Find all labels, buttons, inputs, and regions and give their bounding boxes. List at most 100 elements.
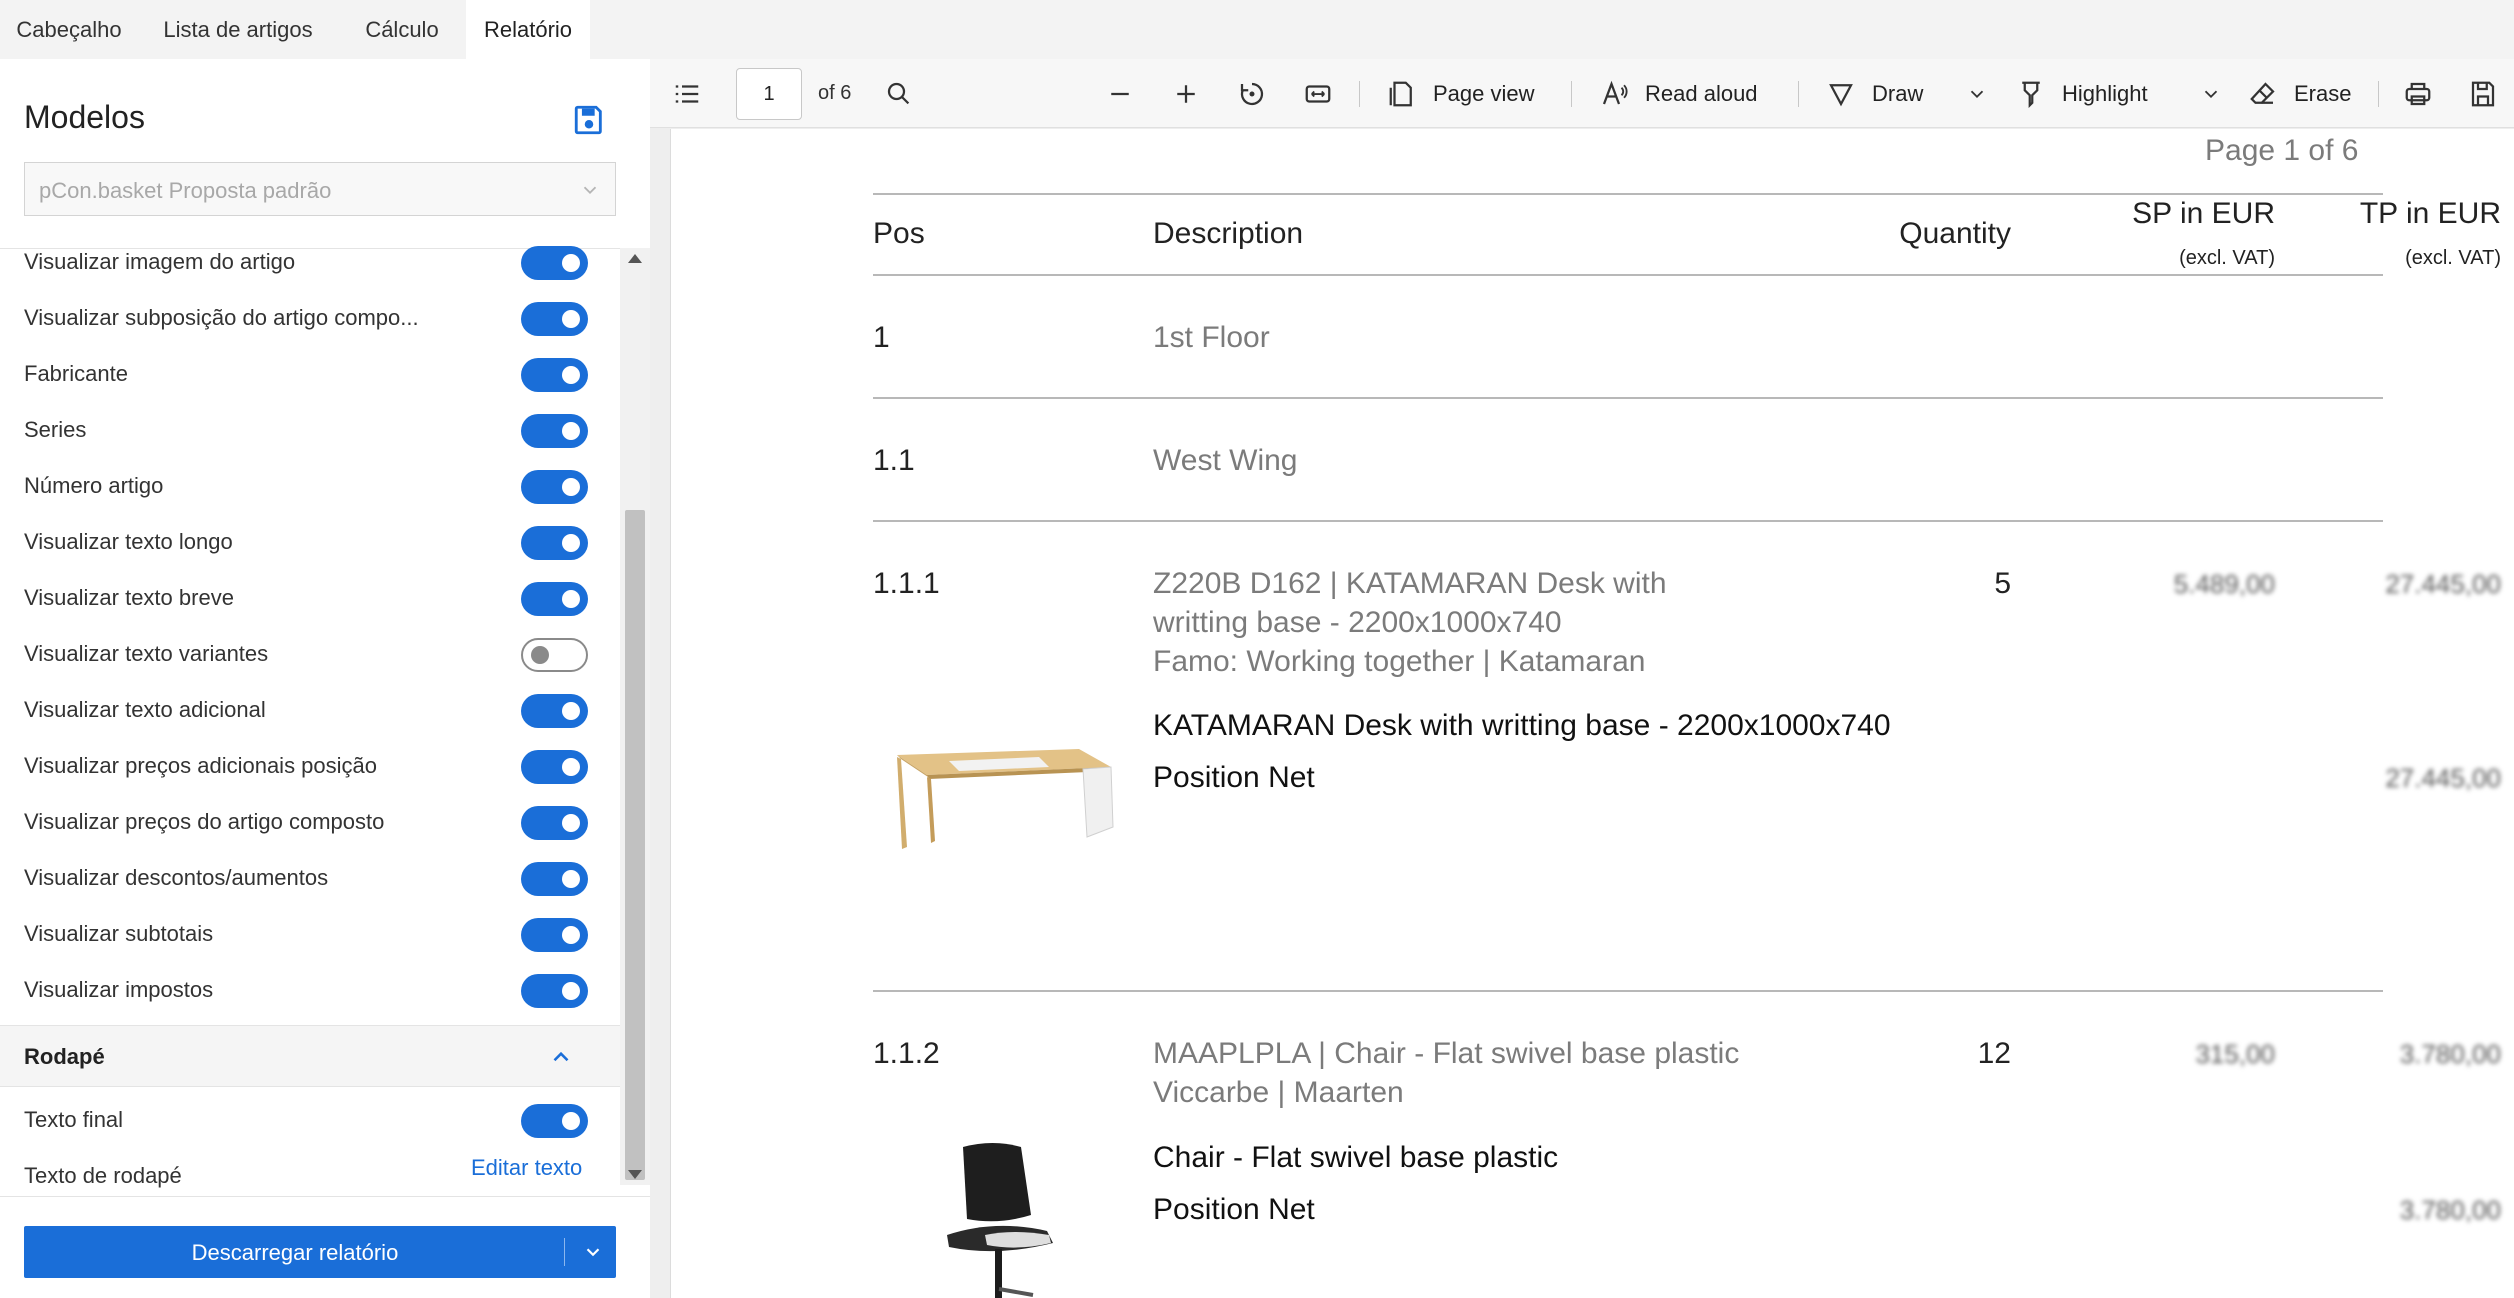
option-additional-position-prices: Visualizar preços adicionais posição — [0, 739, 620, 795]
draw-icon — [1829, 83, 1853, 106]
chevron-down-icon — [1970, 90, 1984, 98]
draw-label: Draw — [1872, 80, 1924, 106]
erase-button[interactable]: Erase — [2248, 59, 2351, 128]
option-final-text: Texto final — [0, 1093, 620, 1149]
draw-button[interactable]: Draw — [1826, 59, 1923, 128]
column-header-pos: Pos — [873, 217, 925, 250]
page-view-label: Page view — [1433, 80, 1535, 106]
tab-article-list[interactable]: Lista de artigos — [138, 0, 338, 59]
option-label: Visualizar subtotais — [24, 921, 214, 946]
highlighter-icon — [2022, 81, 2040, 108]
save-icon — [2471, 81, 2495, 106]
row-description-line: Z220B D162 | KATAMARAN Desk with — [1153, 567, 1667, 600]
tab-calculation[interactable]: Cálculo — [338, 0, 466, 59]
template-select[interactable]: pCon.basket Proposta padrão — [24, 162, 616, 216]
row-description-line: Famo: Working together | Katamaran — [1153, 645, 1646, 678]
edit-text-link[interactable]: Editar texto — [471, 1155, 582, 1181]
scrollbar-thumb[interactable] — [625, 510, 645, 1180]
row-position-net-label: Position Net — [1153, 761, 1315, 794]
fit-width-icon — [1305, 84, 1331, 103]
toggle-taxes[interactable] — [521, 974, 588, 1008]
save-pdf-button[interactable] — [2468, 59, 2498, 128]
draw-options-button[interactable] — [1966, 59, 1988, 128]
row-position-net-value: 27.445,00 — [2385, 763, 2501, 793]
column-header-sp-note: (excl. VAT) — [2179, 247, 2275, 269]
page-view-button[interactable]: Page view — [1387, 59, 1535, 128]
toggle-manufacturer[interactable] — [521, 358, 588, 392]
row-pos: 1.1.1 — [873, 567, 940, 600]
page-count: of 6 — [818, 82, 852, 104]
pdf-viewer: 1 of 6 Page view Read aloud Draw Highlig… — [650, 59, 2514, 1298]
column-header-quantity: Quantity — [1899, 217, 2011, 250]
print-button[interactable] — [2403, 59, 2433, 128]
contents-button[interactable] — [672, 59, 702, 128]
option-label: Texto final — [24, 1107, 124, 1132]
option-label: Fabricante — [24, 361, 128, 386]
toggle-composite-subposition[interactable] — [521, 302, 588, 336]
erase-label: Erase — [2294, 80, 2352, 106]
row-sp: 5.489,00 — [2173, 569, 2275, 599]
tab-report[interactable]: Relatório — [466, 0, 590, 59]
row-tp: 3.780,00 — [2399, 1039, 2501, 1069]
toggle-article-number[interactable] — [521, 470, 588, 504]
page-number-input[interactable]: 1 — [736, 68, 802, 120]
option-label: Visualizar preços do artigo composto — [24, 809, 385, 834]
templates-panel: Modelos pCon.basket Proposta padrão Visu… — [0, 59, 650, 1298]
chevron-up-icon — [553, 1051, 569, 1062]
option-article-image: Visualizar imagem do artigo — [0, 235, 620, 291]
option-long-text: Visualizar texto longo — [0, 515, 620, 571]
table-rule — [873, 274, 2383, 276]
chevron-down-icon — [2204, 90, 2218, 98]
chevron-down-icon[interactable] — [582, 1241, 604, 1263]
option-composite-prices: Visualizar preços do artigo composto — [0, 795, 620, 851]
save-icon[interactable] — [572, 103, 606, 137]
row-short-text: Chair - Flat swivel base plastic — [1153, 1141, 1559, 1174]
read-aloud-label: Read aloud — [1645, 80, 1758, 106]
tab-header[interactable]: Cabeçalho — [0, 0, 138, 59]
toggle-subtotals[interactable] — [521, 918, 588, 952]
option-label: Número artigo — [24, 473, 164, 498]
option-label: Visualizar texto adicional — [24, 697, 266, 722]
toggle-composite-prices[interactable] — [521, 806, 588, 840]
option-label: Visualizar subposição do artigo compo... — [24, 305, 419, 330]
fit-width-button[interactable] — [1303, 59, 1333, 128]
column-header-tp-note: (excl. VAT) — [2405, 247, 2501, 269]
option-subtotals: Visualizar subtotais — [0, 907, 620, 963]
toggle-long-text[interactable] — [521, 526, 588, 560]
option-taxes: Visualizar impostos — [0, 963, 620, 1019]
option-label: Visualizar preços adicionais posição — [24, 753, 378, 778]
option-label: Visualizar texto longo — [24, 529, 233, 554]
toggle-final-text[interactable] — [521, 1104, 588, 1138]
toggle-additional-text[interactable] — [521, 694, 588, 728]
download-report-button[interactable]: Descarregar relatório — [24, 1226, 616, 1278]
toggle-series[interactable] — [521, 414, 588, 448]
zoom-out-button[interactable] — [1105, 59, 1135, 128]
scroll-up-arrow-icon[interactable] — [628, 254, 642, 263]
table-rule — [873, 397, 2383, 399]
panel-scrollbar[interactable] — [620, 248, 650, 1185]
row-tp: 27.445,00 — [2385, 569, 2501, 599]
zoom-in-button[interactable] — [1171, 59, 1201, 128]
option-label: Visualizar impostos — [24, 977, 214, 1002]
toolbar-separator — [2378, 81, 2379, 107]
toggle-short-text[interactable] — [521, 582, 588, 616]
toggle-variant-text[interactable] — [521, 638, 588, 672]
toggle-discounts[interactable] — [521, 862, 588, 896]
option-label: Texto de rodapé — [24, 1163, 182, 1188]
toggle-additional-position-prices[interactable] — [521, 750, 588, 784]
search-button[interactable] — [884, 59, 914, 128]
table-rule — [873, 990, 2383, 992]
highlight-options-button[interactable] — [2200, 59, 2222, 128]
section-footer-header[interactable]: Rodapé — [0, 1025, 620, 1087]
row-sp: 315,00 — [2195, 1039, 2275, 1069]
read-aloud-button[interactable]: Read aloud — [1599, 59, 1758, 128]
option-discounts: Visualizar descontos/aumentos — [0, 851, 620, 907]
toggle-article-image[interactable] — [521, 246, 588, 280]
table-rule — [873, 193, 2383, 195]
page-indicator: Page 1 of 6 — [2205, 134, 2359, 167]
highlight-button[interactable]: Highlight — [2016, 59, 2148, 128]
row-short-text: KATAMARAN Desk with writting base - 2200… — [1153, 709, 1891, 742]
row-position-net-label: Position Net — [1153, 1193, 1315, 1226]
scroll-down-arrow-icon[interactable] — [628, 1170, 642, 1179]
rotate-button[interactable] — [1237, 59, 1267, 128]
